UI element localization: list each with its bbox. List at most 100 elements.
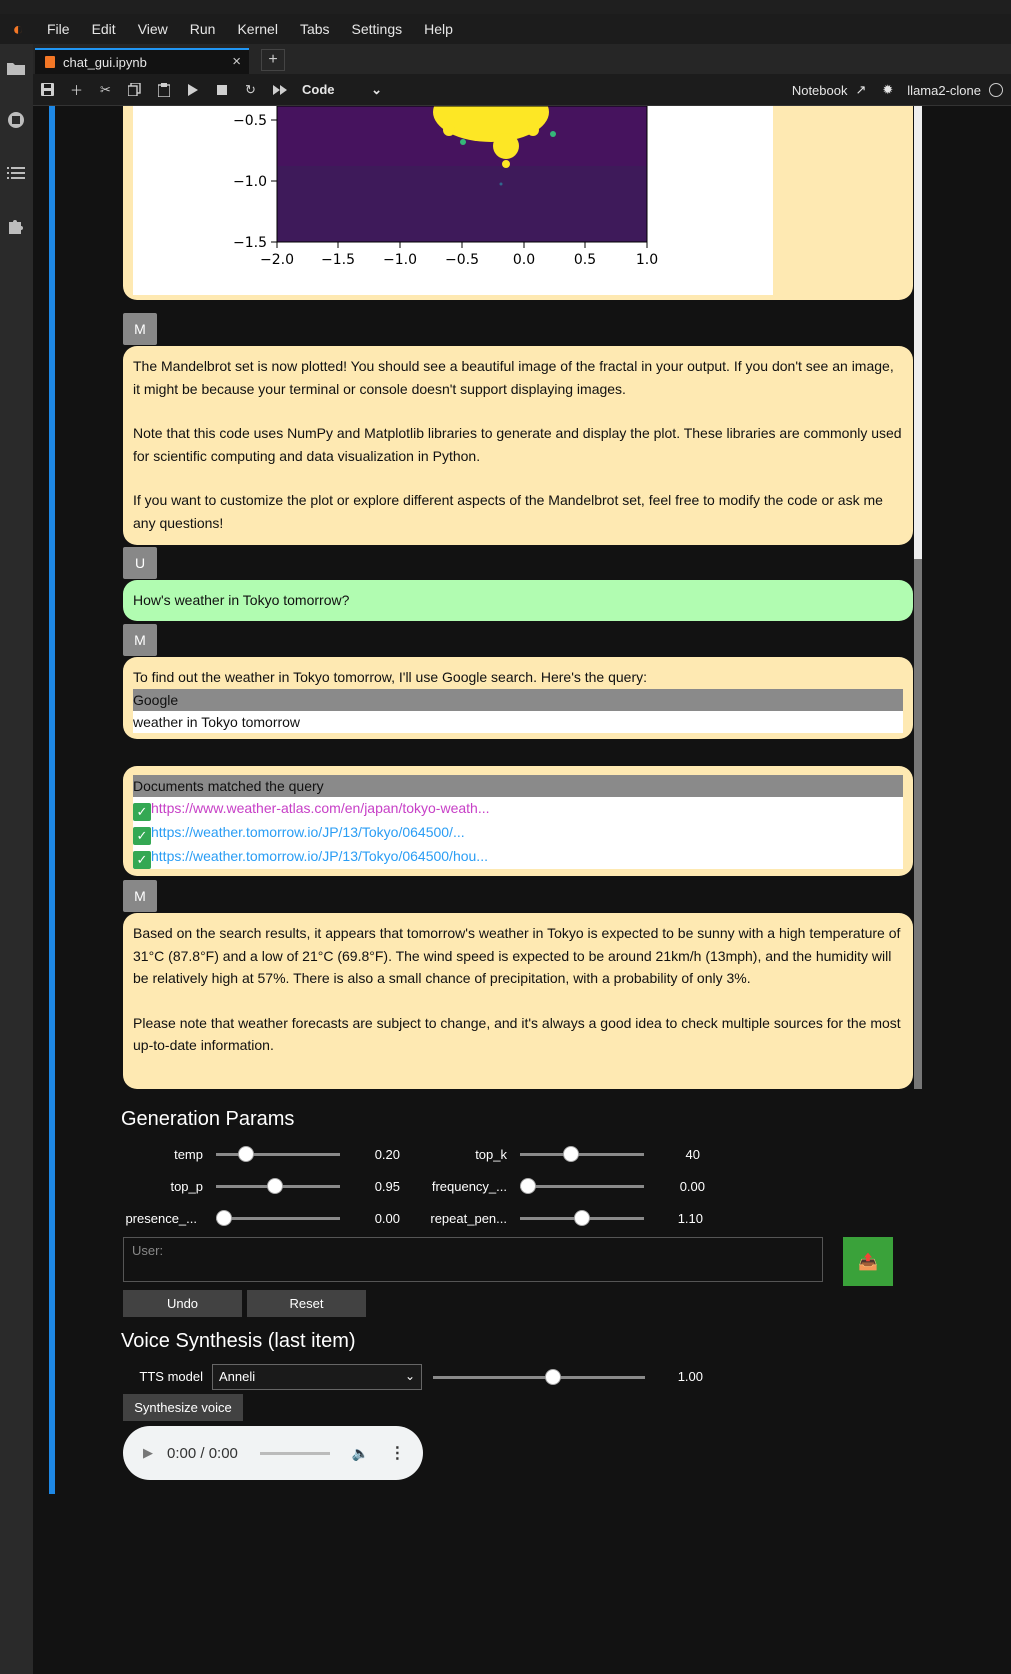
synthesize-voice-button[interactable]: Synthesize voice [123, 1394, 243, 1421]
x-tick-label: −1.5 [321, 252, 355, 268]
tts-model-label: TTS model [139, 1369, 203, 1384]
repeat-penalty-value: 1.10 [677, 1211, 703, 1226]
frequency-penalty-slider[interactable] [520, 1178, 644, 1194]
result-row: ✓ https://www.weather-atlas.com/en/japan/… [133, 797, 903, 821]
chat-history[interactable]: −0.5 −1.0 −1.5 −2.0 −1.5 −1.0 −0.5 0.0 0… [120, 106, 923, 1089]
tab-notebook[interactable]: chat_gui.ipynb × [35, 48, 249, 74]
result-link[interactable]: https://weather.tomorrow.io/JP/13/Tokyo/… [151, 848, 488, 864]
folder-icon[interactable] [2, 54, 30, 82]
top-p-value: 0.95 [374, 1179, 400, 1194]
speed-value: 1.00 [677, 1369, 703, 1384]
chevron-down-icon: ⌄ [371, 81, 382, 97]
toc-icon[interactable] [2, 159, 30, 187]
x-ticks: −2.0 −1.5 −1.0 −0.5 0.0 0.5 1.0 [260, 242, 658, 268]
menu-help[interactable]: Help [413, 14, 464, 44]
mandelbrot-figure: −0.5 −1.0 −1.5 −2.0 −1.5 −1.0 −0.5 0.0 0… [233, 106, 658, 268]
menu-run[interactable]: Run [179, 14, 227, 44]
avatar-model: M [123, 313, 157, 345]
user-input[interactable]: User: [123, 1237, 823, 1282]
message-paragraph: Please note that weather forecasts are s… [133, 1014, 901, 1054]
message-paragraph: The Mandelbrot set is now plotted! You s… [133, 358, 894, 397]
fast-forward-icon[interactable] [265, 74, 294, 106]
top-k-value: 40 [685, 1147, 700, 1162]
active-cell-indicator[interactable] [49, 106, 55, 1494]
result-link[interactable]: https://weather.tomorrow.io/JP/13/Tokyo/… [151, 824, 465, 840]
menu-kernel[interactable]: Kernel [226, 14, 288, 44]
result-link[interactable]: https://www.weather-atlas.com/en/japan/t… [151, 800, 490, 816]
undo-button[interactable]: Undo [123, 1290, 242, 1317]
speed-slider[interactable] [433, 1369, 645, 1385]
repeat-penalty-slider-thumb[interactable] [574, 1210, 590, 1226]
top-p-slider-thumb[interactable] [267, 1178, 284, 1194]
cell-type-select[interactable]: Code ⌄ [302, 82, 382, 98]
extension-icon[interactable] [2, 212, 30, 240]
notebook-label[interactable]: Notebook [792, 83, 848, 98]
send-button[interactable]: 📤 [843, 1237, 893, 1286]
temp-slider-thumb[interactable] [237, 1146, 254, 1162]
new-tab-button[interactable]: + [261, 49, 285, 71]
repeat-penalty-slider[interactable] [520, 1210, 644, 1226]
restart-icon[interactable]: ↻ [236, 74, 265, 106]
presence-penalty-slider-thumb[interactable] [216, 1210, 232, 1226]
audio-player[interactable]: ▶ 0:00 / 0:00 🔈 ⋮ [123, 1426, 423, 1480]
temp-label: temp [174, 1147, 203, 1162]
kernel-name[interactable]: llama2-clone [907, 83, 981, 98]
message-paragraph: Note that this code uses NumPy and Matpl… [133, 425, 902, 464]
menu-tabs[interactable]: Tabs [289, 14, 341, 44]
top-k-slider-thumb[interactable] [563, 1146, 580, 1162]
menu-view[interactable]: View [127, 14, 179, 44]
reset-button[interactable]: Reset [247, 1290, 366, 1317]
toolbar-right: Notebook ↗ ✹ llama2-clone [792, 74, 1011, 106]
result-row: ✓ https://weather.tomorrow.io/JP/13/Tokyo… [133, 845, 903, 869]
top-k-label: top_k [475, 1147, 507, 1162]
external-link-icon[interactable]: ↗ [855, 82, 866, 98]
mandelbrot-plot: −0.5 −1.0 −1.5 −2.0 −1.5 −1.0 −0.5 0.0 0… [133, 106, 773, 295]
avatar-user: U [123, 547, 157, 579]
copy-icon[interactable] [120, 74, 149, 106]
presence-penalty-label: presence_... [125, 1211, 197, 1226]
menu-file[interactable]: File [36, 14, 81, 44]
result-row: ✓ https://weather.tomorrow.io/JP/13/Tokyo… [133, 821, 903, 845]
top-k-slider[interactable] [520, 1146, 644, 1162]
presence-penalty-slider[interactable] [216, 1210, 340, 1226]
close-icon[interactable]: × [232, 53, 241, 70]
save-icon[interactable] [33, 74, 62, 106]
jupyter-logo-icon: ◐ [12, 18, 24, 39]
x-tick-label: 1.0 [636, 252, 658, 268]
play-icon[interactable]: ▶ [143, 1445, 153, 1461]
add-cell-icon[interactable]: ＋ [62, 74, 91, 106]
frequency-penalty-slider-thumb[interactable] [520, 1178, 536, 1194]
x-tick-label: −1.0 [383, 252, 417, 268]
query-engine-header: Google [133, 688, 903, 711]
model-message: The Mandelbrot set is now plotted! You s… [123, 346, 913, 545]
audio-progress-bar[interactable] [259, 1451, 330, 1455]
temp-slider[interactable] [216, 1146, 340, 1162]
top-p-slider[interactable] [216, 1178, 340, 1194]
stop-icon[interactable] [207, 74, 236, 106]
kernel-status-icon [989, 83, 1003, 97]
notebook-icon [45, 56, 55, 68]
notebook-toolbar: ＋ ✂ ↻ Code ⌄ Notebook ↗ ✹ llama2-clone [33, 74, 1011, 106]
repeat-penalty-label: repeat_pen... [430, 1211, 507, 1226]
avatar-model: M [123, 880, 157, 912]
menu-settings[interactable]: Settings [341, 14, 414, 44]
cut-icon[interactable]: ✂ [91, 74, 120, 106]
x-tick-label: −0.5 [445, 252, 479, 268]
more-options-icon[interactable]: ⋮ [389, 1443, 405, 1463]
y-tick-label: −1.0 [233, 174, 267, 190]
tts-model-select[interactable]: Anneli ⌄ [212, 1364, 422, 1390]
volume-icon[interactable]: 🔈 [352, 1445, 369, 1462]
title-strip [0, 0, 1011, 14]
chevron-down-icon: ⌄ [404, 1369, 415, 1383]
left-sidebar [0, 44, 33, 1674]
debugger-icon[interactable]: ✹ [882, 82, 893, 98]
scrollbar-thumb[interactable] [914, 559, 922, 1089]
chat-scrollbar[interactable] [914, 106, 922, 1089]
paste-icon[interactable] [149, 74, 178, 106]
speed-slider-thumb[interactable] [544, 1369, 561, 1385]
send-icon: 📤 [858, 1253, 878, 1271]
run-icon[interactable] [178, 74, 207, 106]
running-icon[interactable] [2, 106, 30, 134]
menu-edit[interactable]: Edit [81, 14, 127, 44]
check-icon: ✓ [133, 827, 151, 845]
